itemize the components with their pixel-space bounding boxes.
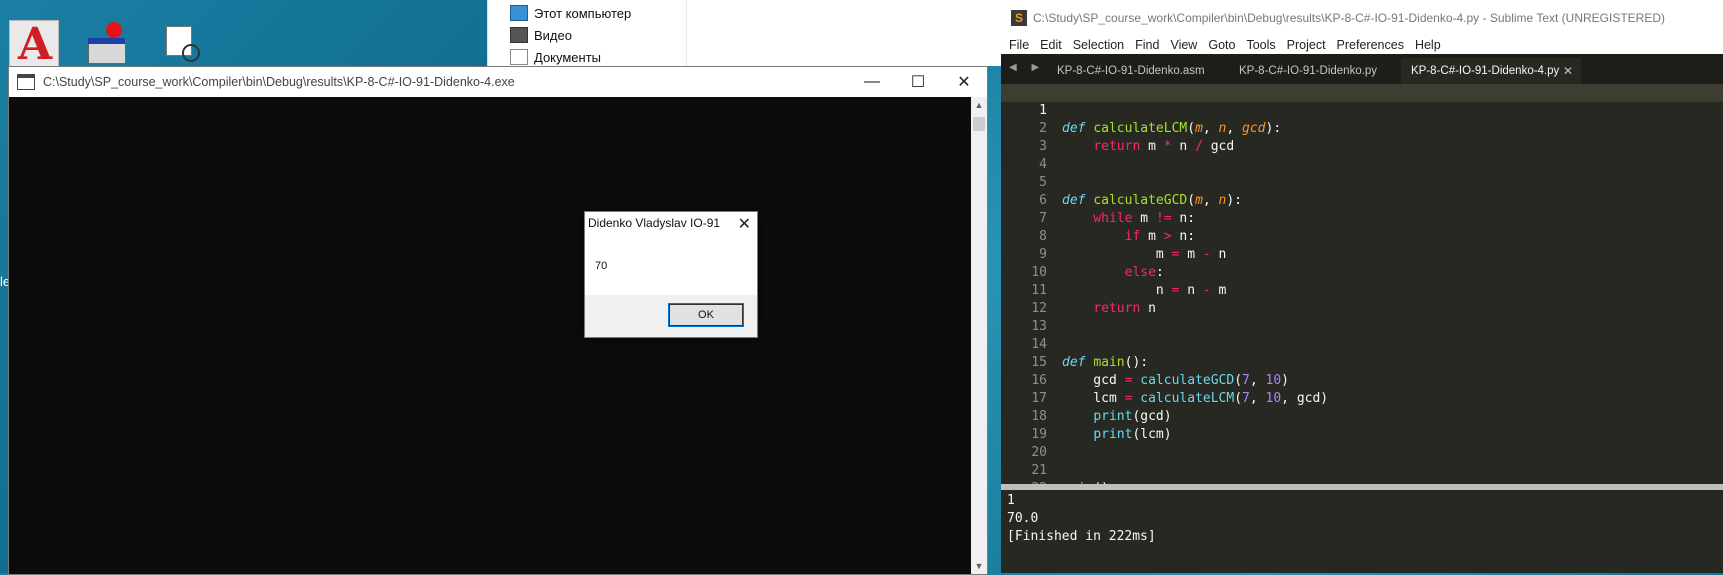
menu-goto[interactable]: Goto [1208,38,1235,52]
console-title: C:\Study\SP_course_work\Compiler\bin\Deb… [43,75,515,89]
nav-item-label: Видео [534,27,572,43]
code-line: 15 gcd = calculateGCD(7, 10) [1001,336,1723,388]
file-explorer-nav-pane: Этот компьютер Видео Документы [487,0,1002,66]
tab-label: KP-8-C#-IO-91-Didenko-4.py [1411,65,1560,77]
code-line: 9 else: [1001,228,1723,280]
scroll-thumb[interactable] [973,117,985,131]
tab-asm[interactable]: KP-8-C#-IO-91-Didenko.asm [1047,58,1229,84]
menu-help[interactable]: Help [1415,38,1441,52]
nav-item-video[interactable]: Видео [510,24,572,46]
tab-bar: ◀ ▶ KP-8-C#-IO-91-Didenko.asm KP-8-C#-IO… [1001,54,1723,84]
scroll-down-arrow-icon[interactable]: ▼ [971,558,987,574]
dialog-title: Didenko Vladyslav IO-91 [588,216,721,230]
tab-scroll-arrows-icon[interactable]: ◀ ▶ [1009,62,1045,73]
dialog-message: 70 [595,260,608,272]
menu-tools[interactable]: Tools [1246,38,1275,52]
output-line: 1 [1007,493,1015,508]
autocad-icon[interactable]: A [9,20,59,70]
code-editor[interactable]: 1 def calculateLCM(m, n, gcd): 2 return … [1001,84,1723,496]
computer-icon [510,5,528,21]
tab-py-4[interactable]: KP-8-C#-IO-91-Didenko-4.py ✕ [1401,58,1581,84]
nav-item-this-pc[interactable]: Этот компьютер [510,2,631,24]
console-titlebar[interactable]: C:\Study\SP_course_work\Compiler\bin\Deb… [9,67,987,97]
tab-py[interactable]: KP-8-C#-IO-91-Didenko.py [1229,58,1407,84]
documents-icon [510,49,528,65]
console-app-icon [17,74,35,90]
menu-edit[interactable]: Edit [1040,38,1062,52]
code-line: 21 main() [1001,444,1723,496]
menu-project[interactable]: Project [1287,38,1326,52]
pane-divider [686,0,687,66]
code-line: 5 def calculateGCD(m, n): [1001,156,1723,208]
console-window[interactable]: C:\Study\SP_course_work\Compiler\bin\Deb… [8,66,988,575]
dialog-footer: OK [585,295,757,337]
maximize-button[interactable]: ☐ [895,67,941,97]
code-line: 4 [1001,138,1723,172]
build-output-panel[interactable]: 1 70.0 [Finished in 222ms] [1001,490,1723,573]
console-scrollbar[interactable]: ▲ ▼ [971,97,987,574]
ok-button[interactable]: OK [668,303,744,327]
document-search-icon[interactable] [160,20,208,68]
sublime-title: C:\Study\SP_course_work\Compiler\bin\Deb… [1033,11,1665,25]
nav-item-documents[interactable]: Документы [510,46,601,68]
menu-selection[interactable]: Selection [1073,38,1124,52]
code-line: 16 lcm = calculateLCM(7, 10, gcd) [1001,354,1723,406]
code-line: 10 n = n - m [1001,246,1723,298]
output-line: 70.0 [1007,511,1039,526]
code-line: 7 if m > n: [1001,192,1723,244]
menu-file[interactable]: File [1009,38,1029,52]
code-line: 8 m = m - n [1001,210,1723,262]
close-button[interactable]: ✕ [941,67,987,97]
sublime-titlebar[interactable]: S C:\Study\SP_course_work\Compiler\bin\D… [1001,0,1723,36]
menu-find[interactable]: Find [1135,38,1159,52]
code-line: 19 [1001,408,1723,442]
sublime-text-window[interactable]: S C:\Study\SP_course_work\Compiler\bin\D… [1001,0,1723,573]
nav-item-label: Документы [534,49,602,65]
scroll-up-arrow-icon[interactable]: ▲ [971,97,987,113]
message-box-dialog[interactable]: Didenko Vladyslav IO-91 ✕ 70 OK [584,211,758,338]
dialog-close-icon[interactable]: ✕ [738,214,751,234]
tab-close-icon[interactable]: ✕ [1563,58,1573,84]
code-line: 18 print(lcm) [1001,390,1723,442]
code-line: 22 [1001,462,1723,496]
code-line: 3 [1001,120,1723,154]
code-line: 13 [1001,300,1723,334]
code-line: 1 def calculateLCM(m, n, gcd): [1001,84,1723,136]
code-line: 17 print(gcd) [1001,372,1723,424]
tab-label: KP-8-C#-IO-91-Didenko.py [1239,65,1378,77]
code-line: 6 while m != n: [1001,174,1723,226]
window-pin-icon[interactable] [86,20,134,68]
code-line: 12 [1001,282,1723,316]
code-line: 2 return m * n / gcd [1001,102,1723,154]
nav-item-label: Этот компьютер [534,5,632,21]
menu-preferences[interactable]: Preferences [1337,38,1404,52]
menu-bar: File Edit Selection Find View Goto Tools… [1001,36,1723,54]
tab-label: KP-8-C#-IO-91-Didenko.asm [1057,65,1205,77]
menu-view[interactable]: View [1170,38,1197,52]
sublime-app-icon: S [1011,10,1027,26]
code-line: 11 return n [1001,264,1723,316]
video-icon [510,27,528,43]
code-line: 20 [1001,426,1723,460]
minimize-button[interactable]: — [849,67,895,97]
code-line: 14 def main(): [1001,318,1723,370]
output-line: [Finished in 222ms] [1007,529,1156,544]
